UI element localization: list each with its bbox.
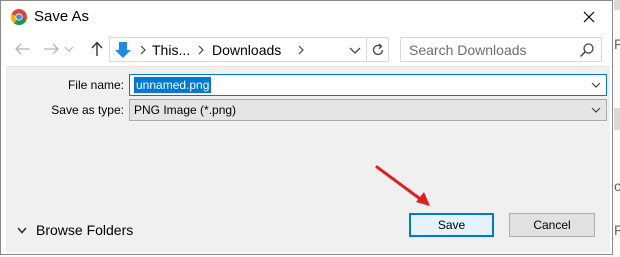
refresh-icon: [372, 43, 383, 55]
back-button[interactable]: [13, 40, 33, 58]
chevron-right-icon: [298, 45, 304, 55]
address-bar[interactable]: This... Downloads: [109, 37, 389, 62]
background-window-edge: Fe c F: [614, 0, 620, 257]
save-as-dialog: Save As This... Downloads Search Downloa…: [0, 0, 613, 255]
chevron-down-icon[interactable]: [590, 79, 602, 91]
search-placeholder: Search Downloads: [409, 42, 527, 58]
chevron-down-icon: [64, 46, 74, 52]
chevron-right-icon: [198, 45, 204, 55]
dialog-title: Save As: [34, 8, 90, 25]
cancel-button[interactable]: Cancel: [509, 213, 595, 237]
save-type-label: Save as type:: [51, 103, 124, 117]
breadcrumb-this-pc[interactable]: This...: [152, 42, 190, 58]
refresh-button[interactable]: [366, 38, 388, 61]
background-band: [614, 108, 620, 130]
background-text: Fe: [614, 36, 620, 52]
save-type-value: PNG Image (*.png): [134, 103, 237, 117]
title-bar[interactable]: Save As: [1, 1, 612, 33]
form-pane: File name: unnamed.png Save as type: PNG…: [6, 66, 610, 252]
navigation-bar: This... Downloads Search Downloads: [1, 34, 612, 64]
background-text: F: [614, 222, 620, 238]
forward-button[interactable]: [41, 40, 61, 58]
file-name-value[interactable]: unnamed.png: [134, 77, 212, 93]
chevron-down-icon[interactable]: [348, 43, 362, 57]
arrow-right-icon: [44, 43, 59, 55]
close-icon: [583, 11, 595, 23]
save-type-select[interactable]: PNG Image (*.png): [129, 99, 607, 121]
chevron-down-icon: [591, 107, 601, 113]
cancel-button-label: Cancel: [533, 218, 571, 232]
chrome-icon: [11, 9, 27, 25]
up-button[interactable]: [87, 40, 107, 58]
background-text: c: [614, 178, 620, 194]
save-button-label: Save: [437, 218, 466, 232]
search-box[interactable]: Search Downloads: [400, 37, 602, 62]
download-folder-icon: [115, 42, 131, 58]
chevron-right-icon: [140, 45, 146, 55]
search-icon: [579, 43, 594, 58]
browse-folders-toggle[interactable]: Browse Folders: [16, 220, 133, 240]
arrow-left-icon: [15, 43, 30, 55]
close-button[interactable]: [566, 1, 612, 33]
file-name-label: File name:: [67, 78, 124, 92]
background-band: [614, 0, 620, 10]
file-name-field[interactable]: unnamed.png: [129, 74, 607, 96]
browse-folders-label: Browse Folders: [36, 222, 134, 238]
arrow-up-icon: [91, 41, 103, 56]
chevron-down-icon: [17, 227, 27, 234]
save-button[interactable]: Save: [409, 213, 494, 237]
breadcrumb-downloads[interactable]: Downloads: [212, 42, 281, 58]
recent-locations-button[interactable]: [63, 40, 75, 58]
